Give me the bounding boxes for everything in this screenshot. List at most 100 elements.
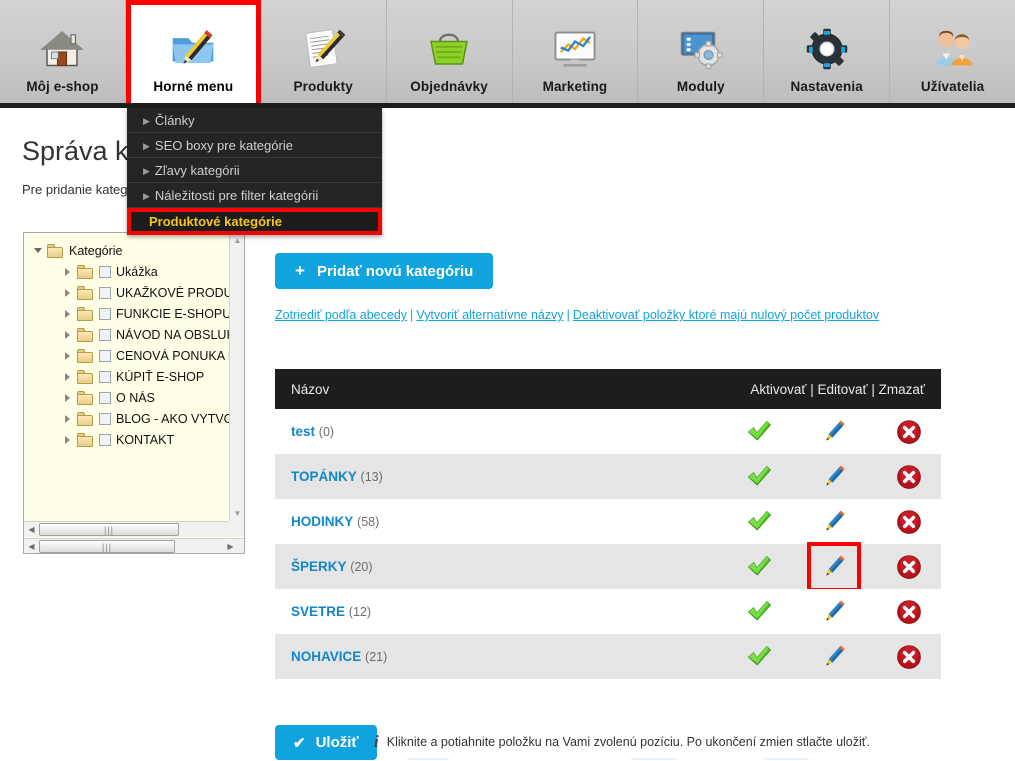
edit-button[interactable] [816,414,852,450]
nav-item-moduly[interactable]: Moduly [638,0,765,103]
tree-item-checkbox[interactable] [99,307,111,320]
column-header-activate[interactable]: Aktivovať [750,382,806,397]
monitor-chart-icon [513,21,638,77]
expand-icon[interactable] [62,433,75,446]
tree-item-funkcie-e-shopu[interactable]: FUNKCIE E-SHOPU [30,303,230,324]
expand-icon[interactable] [62,370,75,383]
tree-item-checkbox[interactable] [99,433,111,446]
folder-icon [77,432,94,447]
category-name-link[interactable]: HODINKY [291,514,353,529]
dropdown-item-z-avy-kateg-rii[interactable]: ▶ Zľavy kategórii [127,158,382,183]
tree-item-checkbox[interactable] [99,370,111,383]
dropdown-item-seo-boxy-pre-kateg-rie[interactable]: ▶ SEO boxy pre kategórie [127,133,382,158]
tree-item-checkbox[interactable] [99,328,111,341]
category-name-link[interactable]: test [291,424,315,439]
edit-button[interactable] [816,504,852,540]
delete-button[interactable] [891,414,927,450]
table-row[interactable]: SVETRE (12) [275,589,941,634]
delete-button[interactable] [891,639,927,675]
nav-item-nastavenia[interactable]: Nastavenia [764,0,891,103]
expand-icon[interactable] [62,265,75,278]
category-name-cell: SVETRE (12) [291,604,741,619]
delete-button[interactable] [891,549,927,585]
tree-root-node[interactable]: Kategórie [30,240,230,261]
tree-item-checkbox[interactable] [99,349,111,362]
category-name-link[interactable]: TOPÁNKY [291,469,357,484]
table-row[interactable]: ŠPERKY (20) [275,541,941,592]
edit-button[interactable] [807,541,861,592]
tree-item-uk-ka[interactable]: Ukážka [30,261,230,282]
house-icon [0,21,125,77]
category-name-link[interactable]: SVETRE [291,604,345,619]
tree-item-uka-kov-produkty[interactable]: UKAŽKOVÉ PRODUKTY [30,282,230,303]
tree-item-kontakt[interactable]: KONTAKT [30,429,230,450]
expand-icon[interactable] [62,391,75,404]
tree-item-k-pi-e-shop[interactable]: KÚPIŤ E-SHOP [30,366,230,387]
column-header-edit[interactable]: Editovať [818,382,868,397]
activate-button[interactable] [741,459,777,495]
activate-button[interactable] [741,639,777,675]
tree-horizontal-scrollbar-outer[interactable]: ◀ ||| ▶ [24,538,244,554]
edit-button[interactable] [816,594,852,630]
nav-item-produkty[interactable]: Produkty [261,0,387,103]
delete-button[interactable] [891,459,927,495]
activate-button[interactable] [741,549,777,585]
nav-item-label: Horné menu [153,79,234,94]
scroll-left-icon[interactable]: ◀ [24,523,39,537]
folder-icon [77,390,94,405]
collapse-icon[interactable] [32,244,45,257]
scrollbar-thumb-outer[interactable]: ||| [39,540,175,553]
expand-icon[interactable] [62,307,75,320]
scrollbar-thumb[interactable]: ||| [39,523,179,536]
dropdown-item-n-le-itosti-pre-filter-kateg-rii[interactable]: ▶ Náležitosti pre filter kategórii [127,183,382,208]
tree-item-n-vod-na-obsluhu[interactable]: NÁVOD NA OBSLUHU [30,324,230,345]
activate-button[interactable] [741,504,777,540]
expand-icon[interactable] [62,412,75,425]
nav-item-m-j-e-shop[interactable]: Môj e-shop [0,0,126,103]
nav-item-objedn-vky[interactable]: Objednávky [387,0,513,103]
action-link-3[interactable]: Deaktivovať položky ktoré majú nulový po… [573,308,879,322]
expand-icon[interactable] [62,286,75,299]
delete-button[interactable] [891,504,927,540]
tree-item-checkbox[interactable] [99,412,111,425]
expand-icon[interactable] [62,349,75,362]
delete-button[interactable] [891,594,927,630]
action-link-1[interactable]: Zotriediť podľa abecedy [275,308,407,322]
gears-icon [764,21,889,77]
table-row[interactable]: NOHAVICE (21) [275,634,941,679]
activate-button[interactable] [741,594,777,630]
column-header-delete[interactable]: Zmazať [879,382,925,397]
add-new-category-button[interactable]: + Pridať novú kategóriu [275,253,494,289]
scroll-down-icon[interactable]: ▼ [230,506,244,521]
tree-item-checkbox[interactable] [99,286,111,299]
tree-item-o-n-s[interactable]: O NÁS [30,387,230,408]
drag-hint: i Kliknite a potiahnite položku na Vami … [374,732,870,752]
action-link-2[interactable]: Vytvoriť alternatívne názvy [416,308,563,322]
tree-item-checkbox[interactable] [99,265,111,278]
tree-horizontal-scrollbar-inner[interactable]: ◀ ||| [24,521,230,537]
dropdown-item-l-nky[interactable]: ▶ Články [127,108,382,133]
tree-item-cenov-ponuka-na-w[interactable]: CENOVÁ PONUKA NA W [30,345,230,366]
folder-pencil-icon [131,21,256,77]
dropdown-item-produktov-kateg-rie[interactable]: Produktové kategórie [127,208,382,235]
edit-button[interactable] [816,639,852,675]
scroll-right-icon-outer[interactable]: ▶ [223,540,238,554]
tree-item-blog-ako-vytvori[interactable]: BLOG - AKO VYTVORIŤ [30,408,230,429]
plus-icon: + [295,261,305,280]
category-name-link[interactable]: NOHAVICE [291,649,361,664]
drag-hint-text: Kliknite a potiahnite položku na Vami zv… [386,735,870,749]
nav-item-horn-menu[interactable]: Horné menu [125,0,261,103]
tree-vertical-scrollbar[interactable]: ▲ ▼ [229,233,244,521]
tree-item-checkbox[interactable] [99,391,111,404]
table-row[interactable]: TOPÁNKY (13) [275,454,941,499]
activate-button[interactable] [741,414,777,450]
nav-item-marketing[interactable]: Marketing [513,0,639,103]
expand-icon[interactable] [62,328,75,341]
edit-button[interactable] [816,459,852,495]
category-name-link[interactable]: ŠPERKY [291,559,347,574]
table-row[interactable]: test (0) [275,409,941,454]
scroll-left-icon-outer[interactable]: ◀ [24,540,39,554]
nav-item-u-vatelia[interactable]: Užívatelia [890,0,1015,103]
scroll-up-icon[interactable]: ▲ [230,233,244,248]
table-row[interactable]: HODINKY (58) [275,499,941,544]
